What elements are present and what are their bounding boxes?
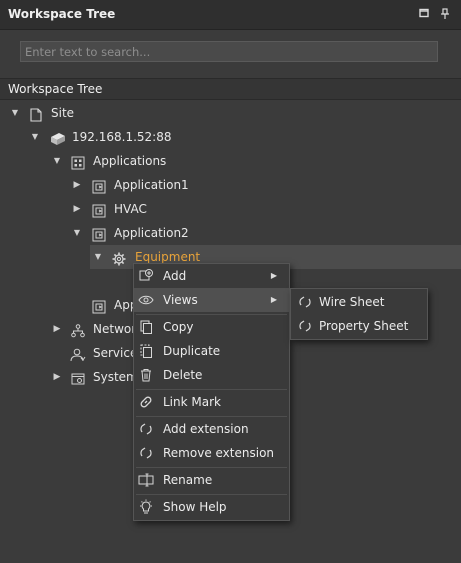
extension-icon — [138, 445, 154, 461]
menu-item-label: Remove extension — [163, 446, 275, 460]
add-icon — [138, 268, 154, 284]
rename-icon — [138, 472, 154, 488]
tree-node-label: Application1 — [114, 178, 189, 192]
search-input[interactable] — [20, 41, 438, 62]
tree-header-label: Workspace Tree — [8, 82, 103, 96]
expand-arrow-icon[interactable]: ▼ — [30, 125, 40, 149]
menu-item-label: Views — [163, 293, 198, 307]
tree-node-label: System — [93, 370, 138, 384]
menu-item-label: Add extension — [163, 422, 249, 436]
menu-item-label: Delete — [163, 368, 203, 382]
panel-title: Workspace Tree — [8, 7, 116, 21]
submenu-item-label: Wire Sheet — [319, 295, 385, 309]
menu-item-views[interactable]: Views ▶ — [134, 288, 289, 312]
submenu-item-wire-sheet[interactable]: Wire Sheet — [291, 290, 427, 314]
menu-item-label: Copy — [163, 320, 194, 334]
context-menu: Add ▶ Views ▶ Copy Duplicate Delete Link… — [133, 263, 290, 521]
tree-node-label: Site — [51, 106, 75, 120]
submenu-item-property-sheet[interactable]: Property Sheet — [291, 314, 427, 338]
menu-item-delete[interactable]: Delete — [134, 363, 289, 387]
view-icon — [297, 294, 313, 310]
application-icon — [92, 226, 106, 242]
menu-item-copy[interactable]: Copy — [134, 315, 289, 339]
network-icon — [71, 322, 85, 338]
gear-icon — [112, 250, 126, 266]
menu-item-rename[interactable]: Rename — [134, 468, 289, 492]
submenu-item-label: Property Sheet — [319, 319, 409, 333]
menu-item-label: Duplicate — [163, 344, 221, 358]
expand-arrow-icon[interactable]: ▼ — [10, 101, 20, 125]
system-icon — [71, 370, 85, 385]
panel-titlebar: Workspace Tree — [0, 0, 461, 30]
menu-item-label: Add — [163, 269, 187, 283]
eye-icon — [138, 292, 154, 308]
collapsed-arrow-icon[interactable]: ▶ — [52, 317, 62, 341]
tree-node-label: 192.168.1.52:88 — [72, 130, 172, 144]
expand-arrow-icon[interactable]: ▼ — [72, 221, 82, 245]
copy-icon — [138, 319, 154, 335]
menu-item-link-mark[interactable]: Link Mark — [134, 390, 289, 414]
application-icon — [92, 202, 106, 218]
views-submenu: Wire Sheet Property Sheet — [290, 288, 428, 340]
applications-icon — [71, 154, 85, 170]
tree-node-label: Application2 — [114, 226, 189, 240]
menu-item-label: Rename — [163, 473, 213, 487]
collapsed-arrow-icon[interactable]: ▶ — [72, 197, 82, 221]
menu-item-add[interactable]: Add ▶ — [134, 264, 289, 288]
menu-item-label: Link Mark — [163, 395, 221, 409]
services-icon — [70, 346, 86, 362]
page-icon — [30, 106, 44, 122]
application-icon — [92, 298, 106, 314]
extension-icon — [138, 421, 154, 437]
submenu-arrow-icon: ▶ — [270, 295, 277, 304]
menu-item-add-extension[interactable]: Add extension — [134, 417, 289, 441]
maximize-icon[interactable] — [418, 8, 430, 20]
collapsed-arrow-icon[interactable]: ▶ — [72, 173, 82, 197]
server-icon — [50, 130, 65, 145]
link-icon — [138, 394, 154, 410]
collapsed-arrow-icon[interactable]: ▶ — [52, 365, 62, 389]
pin-icon[interactable] — [439, 8, 451, 20]
expand-arrow-icon[interactable]: ▼ — [52, 149, 62, 173]
expand-arrow-icon[interactable]: ▼ — [93, 245, 103, 269]
application-icon — [92, 178, 106, 194]
menu-item-remove-extension[interactable]: Remove extension — [134, 441, 289, 465]
menu-item-show-help[interactable]: Show Help — [134, 495, 289, 519]
help-icon — [138, 499, 154, 515]
menu-item-label: Show Help — [163, 500, 227, 514]
search-area — [0, 30, 461, 78]
duplicate-icon — [138, 343, 154, 359]
tree-node-label: Applications — [93, 154, 167, 168]
tree-node-label: HVAC — [114, 202, 147, 216]
trash-icon — [138, 367, 154, 383]
tree-header: Workspace Tree — [0, 78, 461, 100]
tree-node-label: Networ — [93, 322, 137, 336]
menu-item-duplicate[interactable]: Duplicate — [134, 339, 289, 363]
view-icon — [297, 318, 313, 334]
submenu-arrow-icon: ▶ — [270, 271, 277, 280]
